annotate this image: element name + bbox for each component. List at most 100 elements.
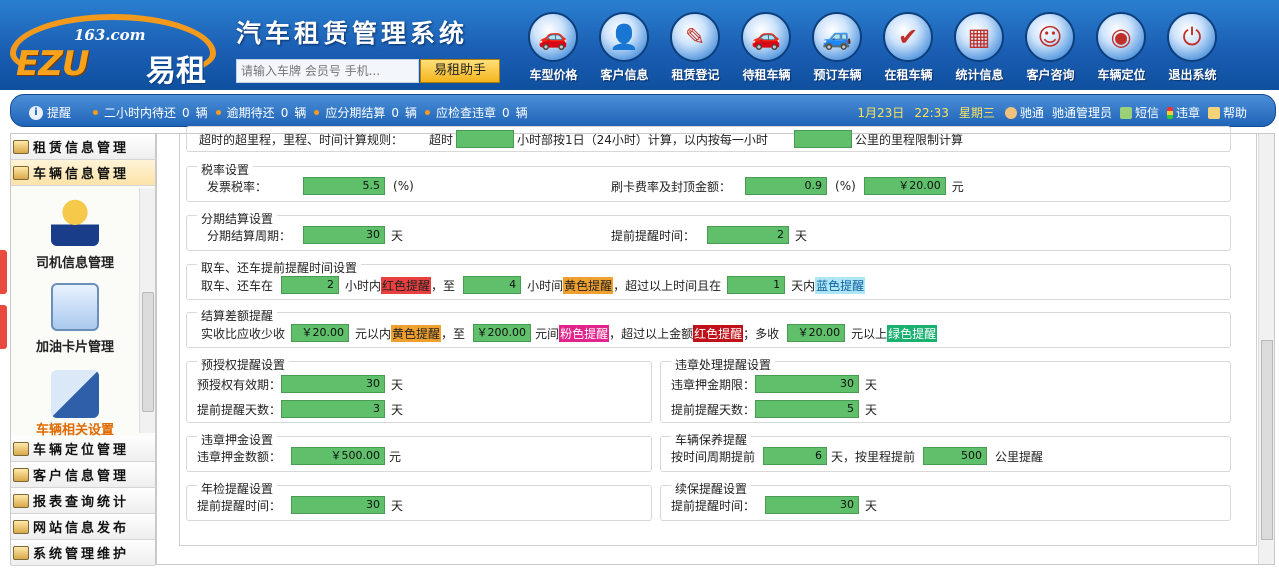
violation-amount-field[interactable]: ￥500.00 — [291, 447, 386, 465]
unit: 天 — [391, 402, 404, 417]
maintenance-days-field[interactable]: 6 — [763, 447, 828, 465]
user-icon — [1004, 106, 1017, 119]
counter-value: 0 — [182, 105, 190, 120]
hourly-km-field[interactable] — [793, 130, 852, 148]
label: 天内 — [791, 278, 816, 293]
card-cap-field[interactable]: ￥20.00 — [863, 177, 946, 195]
installment-period-field[interactable]: 30 — [303, 226, 386, 244]
label: 按时间周期提前 — [671, 449, 756, 464]
overpay-amount-field[interactable]: ￥20.00 — [787, 324, 846, 342]
group-title: 税率设置 — [197, 161, 254, 178]
invoice-tax-field[interactable]: 5.5 — [303, 177, 386, 195]
annual-days-field[interactable]: 30 — [291, 496, 386, 514]
sidebar-label: 车辆信息管理 — [33, 167, 130, 182]
counter-due-2h[interactable]: 二小时内待还 0 辆 — [93, 104, 208, 121]
mileage-rule-row: 超时的超里程，里程、时间计算规则： 超时 小时部按1日（24小时）计算，以内按每… — [199, 130, 963, 148]
sidebar-item-reports[interactable]: 报表查询统计 — [11, 488, 155, 514]
nav-statistics[interactable]: ▦ 统计信息 — [944, 10, 1015, 86]
sidebar-item-rental[interactable]: 租赁信息管理 — [11, 134, 155, 160]
submenu-fuel-card[interactable]: 加油卡片管理 — [11, 336, 139, 355]
violation-deposit-period-field[interactable]: 30 — [755, 375, 860, 393]
pink-amount-field[interactable]: ￥200.00 — [473, 324, 532, 342]
scrollbar-thumb[interactable] — [142, 292, 154, 412]
globe-icon: ◉ — [1096, 12, 1146, 62]
counter-installment[interactable]: 应分期结算 0 辆 — [314, 104, 417, 121]
assistant-button[interactable]: 易租助手 — [420, 59, 500, 83]
nav-rented-cars[interactable]: ✔ 在租车辆 — [873, 10, 944, 86]
content-scrollbar[interactable] — [1258, 134, 1274, 564]
violation-link[interactable]: 违章 — [1166, 104, 1200, 121]
group-title: 预授权提醒设置 — [197, 356, 290, 373]
folder-icon — [13, 493, 29, 508]
car-icon: 🚗 — [528, 12, 578, 62]
user-link[interactable]: 驰通 — [1004, 104, 1044, 121]
nav-vehicle-location[interactable]: ◉ 车辆定位 — [1086, 10, 1157, 86]
fuel-card-icon — [51, 283, 99, 331]
label: ，至 — [441, 326, 466, 341]
label: 预授权有效期： — [197, 377, 282, 392]
nav-rental-register[interactable]: ✎ 租赁登记 — [660, 10, 731, 86]
sidebar-scrollbar[interactable] — [139, 188, 155, 433]
insurance-days-field[interactable]: 30 — [765, 496, 860, 514]
help-link[interactable]: 帮助 — [1207, 104, 1247, 121]
yellow-amount-field[interactable]: ￥20.00 — [291, 324, 350, 342]
label: 提前提醒时间： — [197, 498, 282, 513]
sidebar-item-vehicles[interactable]: 车辆信息管理 — [11, 160, 155, 186]
exit-icon: ⏻ — [1167, 12, 1217, 62]
sidebar-item-location[interactable]: 车辆定位管理 — [11, 436, 155, 462]
car-check-icon: ✔ — [883, 12, 933, 62]
label: 公里的里程限制计算 — [854, 132, 963, 147]
nav-customer-info[interactable]: 👤 客户信息 — [589, 10, 660, 86]
counter-overdue[interactable]: 逾期待还 0 辆 — [215, 104, 306, 121]
nav-customer-consult[interactable]: ☺ 客户咨询 — [1015, 10, 1086, 86]
remind-label: i 提醒 — [29, 104, 71, 121]
label: 违章押金数额： — [197, 449, 282, 464]
sidebar-item-customers[interactable]: 客户信息管理 — [11, 462, 155, 488]
label: ，超过以上金额 — [609, 326, 694, 341]
folder-icon — [13, 545, 29, 560]
card-rate-field[interactable]: 0.9 — [745, 177, 828, 195]
green-remind-tag: 绿色提醒 — [887, 324, 938, 342]
nav-exit-system[interactable]: ⏻ 退出系统 — [1157, 10, 1228, 86]
submenu-driver[interactable]: 司机信息管理 — [11, 252, 139, 271]
edge-tab-expand[interactable] — [0, 305, 7, 349]
mileage-rule-group: 超时的超里程，里程、时间计算规则： 超时 小时部按1日（24小时）计算，以内按每… — [186, 126, 1231, 152]
label: 天，按里程提前 — [831, 449, 916, 464]
counter-violation-check[interactable]: 应检查违章 0 辆 — [425, 104, 528, 121]
nav-label: 客户信息 — [600, 68, 649, 82]
nav-label: 预订车辆 — [813, 68, 862, 82]
violation-days-field[interactable]: 5 — [755, 400, 860, 418]
app-header: 163.com EZU 易租 汽车租赁管理系统 易租助手 🚗 车型价格 👤 客户… — [0, 0, 1279, 90]
sidebar-item-website[interactable]: 网站信息发布 — [11, 514, 155, 540]
sidebar-item-system[interactable]: 系统管理维护 — [11, 540, 155, 566]
sms-link[interactable]: 短信 — [1119, 104, 1159, 121]
maintenance-km-field[interactable]: 500 — [923, 447, 988, 465]
red-hours-field[interactable]: 2 — [281, 276, 340, 294]
nav-reserved-cars[interactable]: 🚙 预订车辆 — [802, 10, 873, 86]
counter-label: 二小时内待还 — [104, 106, 177, 120]
yellow-hours-field[interactable]: 4 — [463, 276, 522, 294]
unit: 元 — [951, 179, 964, 194]
preauth-days-field[interactable]: 3 — [281, 400, 386, 418]
preauth-valid-field[interactable]: 30 — [281, 375, 386, 393]
annual-row: 提前提醒时间： 30 天 — [197, 496, 403, 514]
card-fee-row: 刷卡费率及封顶金额： 0.9 (%) ￥20.00 元 — [611, 177, 964, 195]
label: 违章押金期限： — [671, 377, 756, 392]
scrollbar-thumb[interactable] — [1261, 340, 1273, 540]
nav-available-cars[interactable]: 🚗 待租车辆 — [731, 10, 802, 86]
label: 小时间 — [527, 278, 564, 293]
group-title: 结算差额提醒 — [197, 307, 278, 324]
nav-car-price[interactable]: 🚗 车型价格 — [518, 10, 589, 86]
ezu-logo[interactable]: 163.com EZU 易租 — [8, 8, 220, 89]
label: 元间 — [535, 326, 560, 341]
label: 实收比应收少收 — [201, 326, 286, 341]
blue-days-field[interactable]: 1 — [727, 276, 786, 294]
edge-tab-collapse[interactable] — [0, 250, 7, 294]
violation-amount-row: 违章押金数额： ￥500.00 元 — [197, 447, 401, 465]
overtime-hours-field[interactable] — [456, 130, 515, 148]
red-remind-tag: 红色提醒 — [693, 324, 744, 342]
blue-remind-tag: 蓝色提醒 — [815, 276, 866, 294]
installment-remind-field[interactable]: 2 — [707, 226, 790, 244]
remind-counters: 二小时内待还 0 辆 逾期待还 0 辆 应分期结算 0 辆 应检查违章 0 辆 — [93, 104, 536, 121]
search-input[interactable] — [236, 59, 419, 83]
